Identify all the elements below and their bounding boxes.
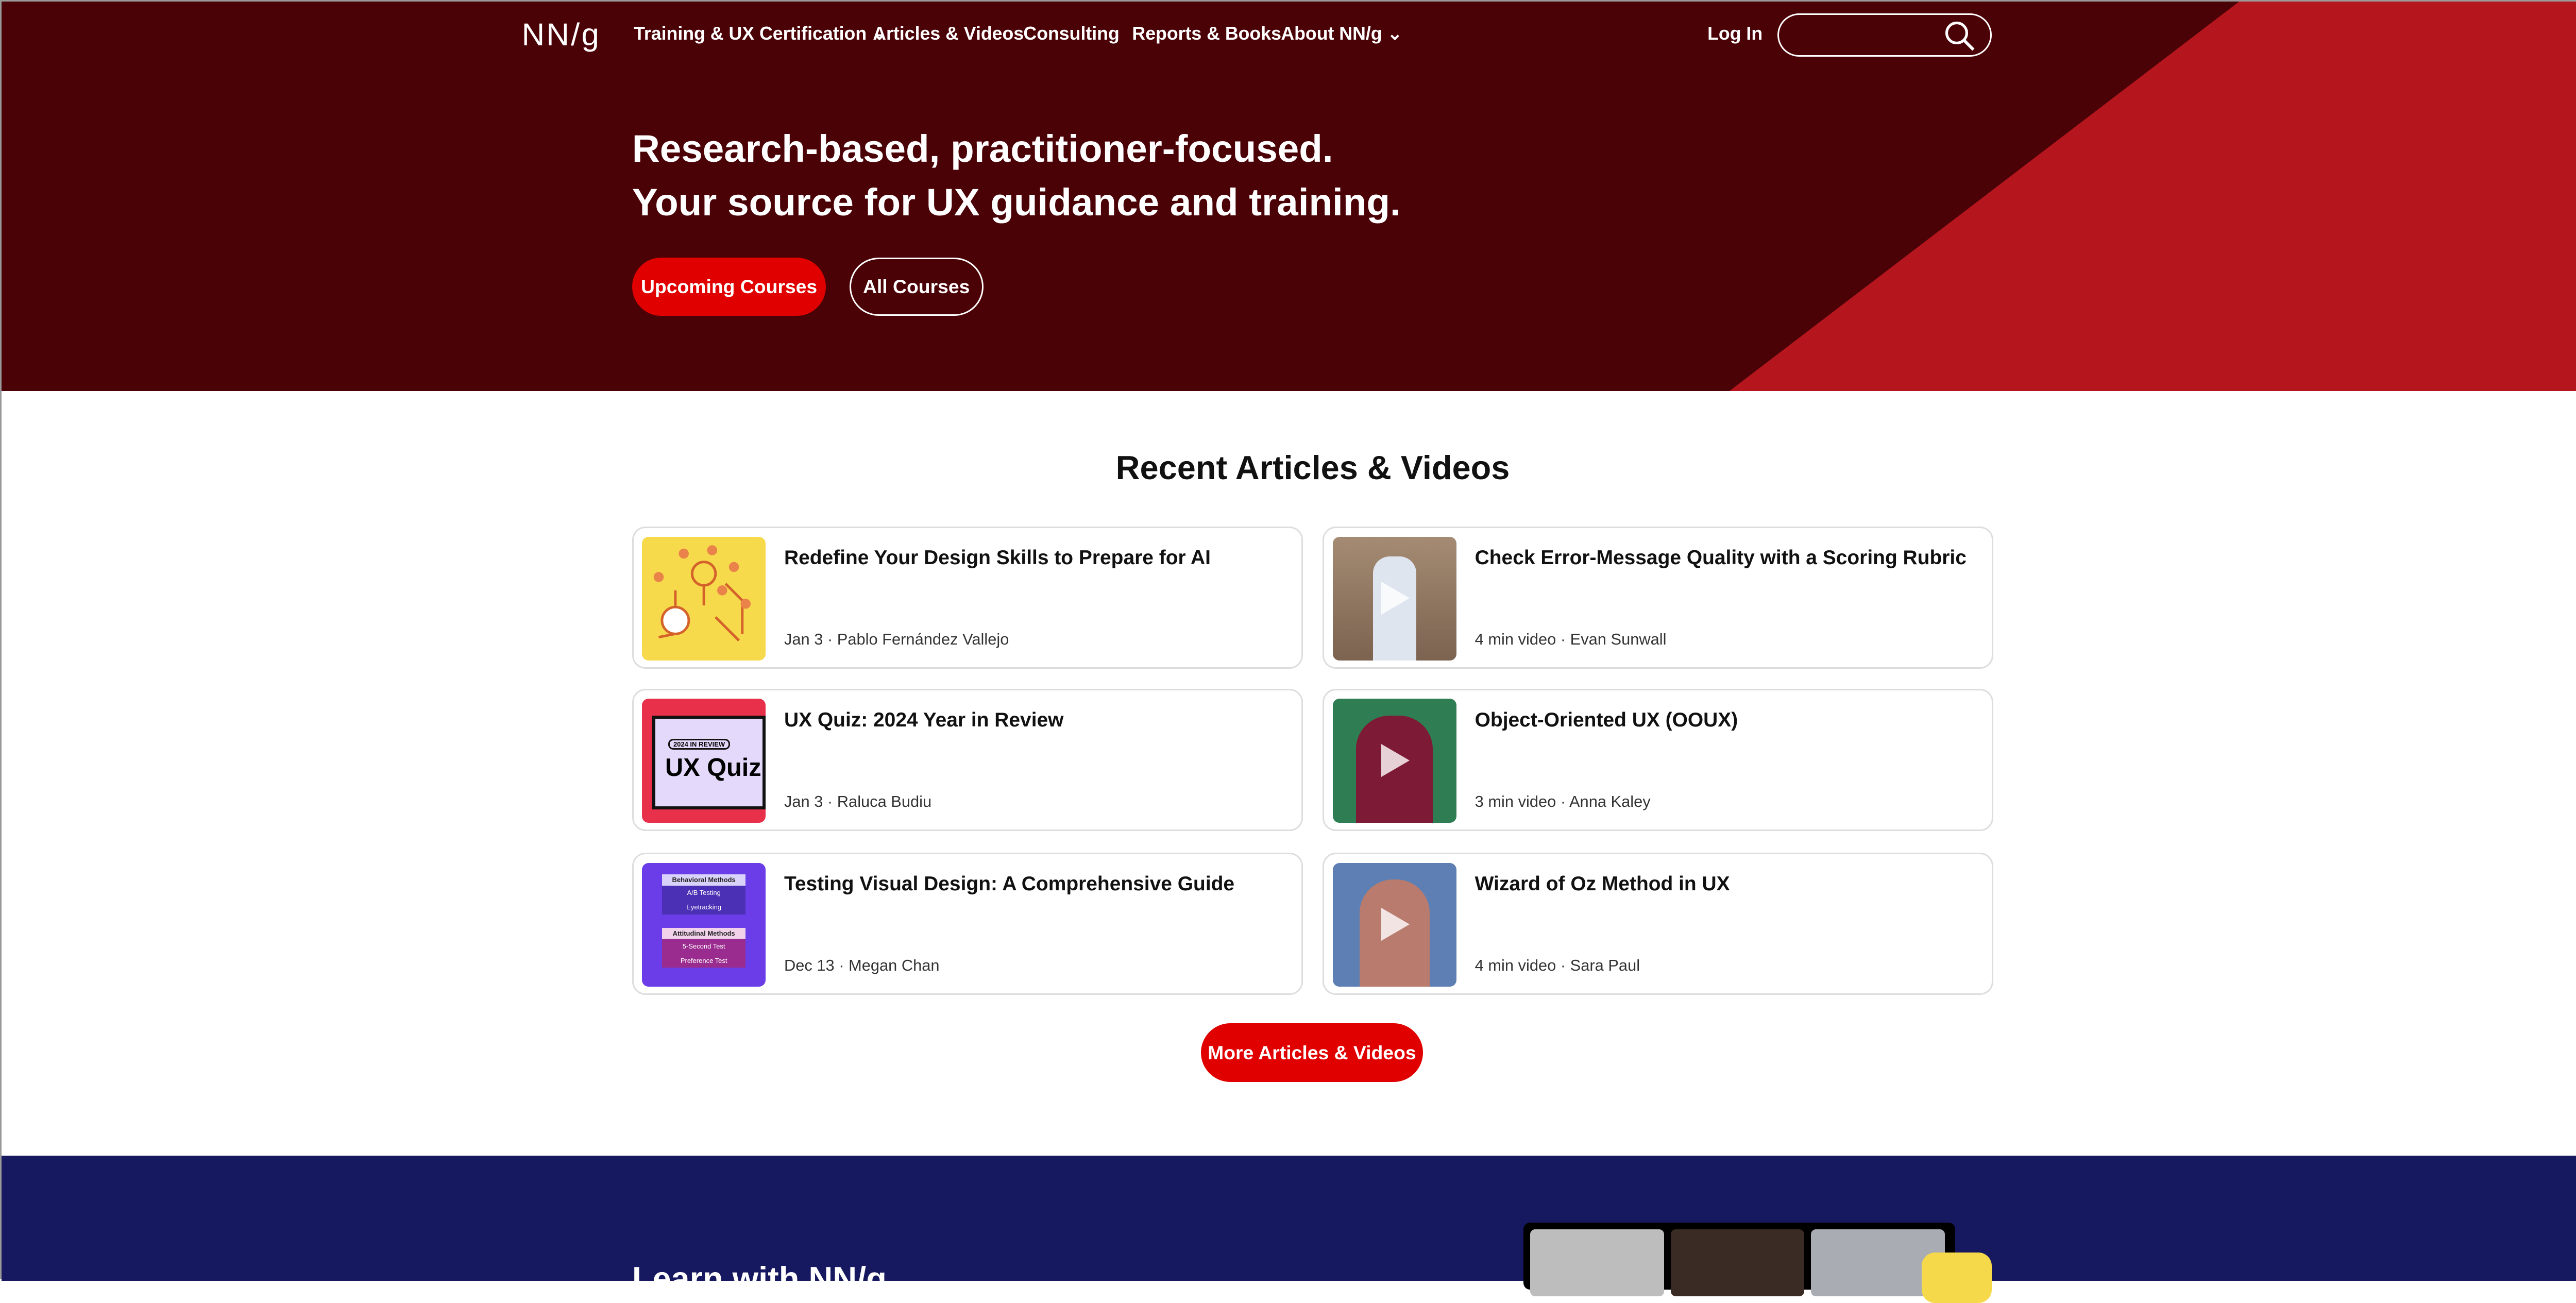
hero-line-2: Your source for UX guidance and training… <box>632 180 1401 224</box>
upcoming-courses-button[interactable]: Upcoming Courses <box>632 257 826 316</box>
nav-training-label: Training & UX Certification <box>634 23 867 44</box>
nav-about-label: About NN/g <box>1281 23 1382 44</box>
nav-articles[interactable]: Articles & Videos <box>873 23 1024 44</box>
card-title[interactable]: Wizard of Oz Method in UX <box>1475 873 1730 895</box>
top-nav: NN/g Training & UX Certification ⌄ Artic… <box>2 2 2576 69</box>
quiz-thumb-title: UX Quiz <box>665 753 761 782</box>
nav-reports[interactable]: Reports & Books <box>1132 23 1281 44</box>
search-input[interactable] <box>1777 13 1992 57</box>
login-link[interactable]: Log In <box>1707 23 1762 44</box>
nng-badge-icon <box>1921 1253 1992 1303</box>
video-thumbnail <box>1332 536 1456 661</box>
article-thumbnail: 2024 IN REVIEW UX Quiz <box>642 699 766 823</box>
article-thumbnail <box>642 536 766 661</box>
card-meta: Dec 13 · Megan Chan <box>784 956 940 975</box>
nav-training[interactable]: Training & UX Certification ⌄ <box>634 23 887 44</box>
card-title[interactable]: UX Quiz: 2024 Year in Review <box>784 709 1064 732</box>
chevron-down-icon: ⌄ <box>1387 23 1403 44</box>
video-thumbnail <box>1332 862 1456 987</box>
thumb-label: Eyetracking <box>662 900 746 915</box>
quiz-tag: 2024 IN REVIEW <box>668 738 730 750</box>
video-card[interactable]: Wizard of Oz Method in UX 4 min video · … <box>1323 853 1994 995</box>
hero-headline: Research-based, practitioner-focused. You… <box>632 122 1401 229</box>
card-title[interactable]: Check Error-Message Quality with a Scori… <box>1475 547 1967 569</box>
hero-banner: NN/g Training & UX Certification ⌄ Artic… <box>2 2 2576 392</box>
video-thumbnail <box>1332 699 1456 823</box>
learn-section <box>2 1155 2576 1281</box>
more-articles-button[interactable]: More Articles & Videos <box>1200 1023 1423 1082</box>
card-meta: 4 min video · Evan Sunwall <box>1475 630 1667 649</box>
hero-line-1: Research-based, practitioner-focused. <box>632 126 1333 170</box>
section-title: Recent Articles & Videos <box>1115 448 1510 486</box>
thumb-label: Behavioral Methods <box>662 874 746 886</box>
play-icon[interactable] <box>1381 582 1410 615</box>
card-meta: Jan 3 · Raluca Budiu <box>784 792 932 811</box>
nng-logo[interactable]: NN/g <box>522 16 601 53</box>
card-meta: 4 min video · Sara Paul <box>1475 956 1640 975</box>
article-card[interactable]: Redefine Your Design Skills to Prepare f… <box>632 527 1303 669</box>
search-icon[interactable] <box>1943 20 1977 53</box>
thumb-label: A/B Testing <box>662 885 746 900</box>
nav-consulting[interactable]: Consulting <box>1023 23 1119 44</box>
thumb-label: 5-Second Test <box>662 939 746 954</box>
learn-title: Learn with NN/g <box>632 1260 887 1298</box>
video-card[interactable]: Object-Oriented UX (OOUX) 3 min video · … <box>1323 689 1994 832</box>
thumb-label: Attitudinal Methods <box>662 927 746 939</box>
ai-circuit-illustration <box>653 545 751 641</box>
play-icon[interactable] <box>1381 908 1410 941</box>
card-title[interactable]: Testing Visual Design: A Comprehensive G… <box>784 873 1234 895</box>
thumb-label: Preference Test <box>662 953 746 968</box>
play-icon[interactable] <box>1381 744 1410 777</box>
nav-about[interactable]: About NN/g ⌄ <box>1281 23 1402 44</box>
article-thumbnail: Behavioral Methods A/B Testing Eyetracki… <box>642 862 766 987</box>
card-title[interactable]: Redefine Your Design Skills to Prepare f… <box>784 547 1211 569</box>
video-card[interactable]: Check Error-Message Quality with a Scori… <box>1323 527 1994 669</box>
article-card[interactable]: Behavioral Methods A/B Testing Eyetracki… <box>632 853 1303 995</box>
card-title[interactable]: Object-Oriented UX (OOUX) <box>1475 709 1738 732</box>
article-card[interactable]: 2024 IN REVIEW UX Quiz UX Quiz: 2024 Yea… <box>632 689 1303 832</box>
all-courses-button[interactable]: All Courses <box>849 257 984 316</box>
card-meta: Jan 3 · Pablo Fernández Vallejo <box>784 630 1009 649</box>
card-meta: 3 min video · Anna Kaley <box>1475 792 1651 811</box>
video-call-image <box>1523 1222 1955 1296</box>
